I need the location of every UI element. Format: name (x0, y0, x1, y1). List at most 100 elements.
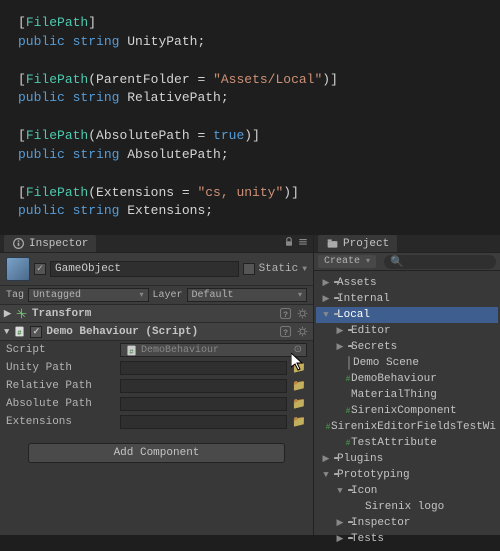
tree-item[interactable]: ▶ Assets (316, 275, 498, 291)
fold-arrow-icon[interactable]: ▶ (335, 326, 345, 336)
layer-label: Layer (153, 290, 183, 301)
tree-item-label: Local (337, 309, 370, 321)
script-icon: # (125, 344, 138, 357)
demo-behaviour-title: Demo Behaviour (Script) (46, 326, 275, 338)
project-icon (326, 237, 339, 250)
fold-arrow-icon[interactable]: ▶ (335, 518, 345, 528)
help-icon[interactable]: ? (279, 307, 292, 320)
lock-icon[interactable] (283, 236, 295, 252)
tree-item[interactable]: DemoBehaviour (316, 371, 498, 387)
project-search[interactable]: 🔍 (384, 255, 496, 269)
relative-path-input[interactable] (120, 379, 287, 393)
create-button[interactable]: Create ▾ (318, 255, 376, 268)
gameobject-name-input[interactable] (50, 261, 239, 277)
relative-path-label: Relative Path (6, 380, 116, 392)
tree-item[interactable]: ▶ Internal (316, 291, 498, 307)
scene-icon (348, 357, 350, 369)
tree-item-label: Internal (337, 293, 390, 305)
tree-item-label: SirenixEditorFieldsTestWi (331, 421, 496, 433)
tree-item[interactable]: ▼ Local (316, 307, 498, 323)
transform-title: Transform (32, 308, 275, 320)
svg-text:#: # (129, 349, 134, 357)
tree-item-label: Demo Scene (353, 357, 419, 369)
tree-item-label: Sirenix logo (365, 501, 444, 513)
add-component-button[interactable]: Add Component (28, 443, 285, 463)
extensions-input[interactable] (120, 415, 287, 429)
svg-text:?: ? (283, 329, 288, 338)
layer-dropdown[interactable]: Default▾ (187, 288, 307, 302)
unity-path-label: Unity Path (6, 362, 116, 374)
tree-item-label: TestAttribute (351, 437, 437, 449)
code-editor: [FilePath] public string UnityPath; [Fil… (0, 0, 500, 235)
fold-arrow-icon[interactable]: ▼ (321, 310, 331, 320)
tree-item[interactable]: MaterialThing (316, 387, 498, 403)
browse-folder-icon[interactable]: 📁 (291, 361, 307, 375)
browse-folder-icon[interactable]: 📁 (291, 397, 307, 411)
tree-item[interactable]: SirenixComponent (316, 403, 498, 419)
tag-dropdown[interactable]: Untagged▾ (28, 288, 148, 302)
tree-item-label: Icon (351, 485, 377, 497)
tree-item[interactable]: ▶ Secrets (316, 339, 498, 355)
tree-item-label: Inspector (351, 517, 410, 529)
tag-label: Tag (6, 290, 24, 301)
fold-arrow-icon[interactable]: ▶ (321, 294, 331, 304)
script-component-icon: # (13, 325, 26, 338)
inspector-panel: Inspector ✓ Static ▼ Tag Untagged▾ Layer… (0, 235, 314, 535)
tree-item-label: Tests (351, 533, 384, 545)
project-tab[interactable]: Project (318, 235, 397, 252)
tree-item-label: MaterialThing (351, 389, 437, 401)
fold-arrow-icon[interactable]: ▶ (335, 342, 345, 352)
fold-arrow-icon[interactable]: ▶ (335, 534, 345, 544)
tree-item-label: Plugins (337, 453, 383, 465)
project-tree[interactable]: ▶ Assets ▶ Internal ▼ Local ▶ Editor ▶ Secrets Dem… (314, 271, 500, 551)
tree-item[interactable]: SirenixEditorFieldsTestWi (316, 419, 498, 435)
tree-item[interactable]: Demo Scene (316, 355, 498, 371)
fold-arrow-icon[interactable]: ▶ (321, 278, 331, 288)
gear-icon[interactable] (296, 325, 309, 338)
browse-folder-icon[interactable]: 📁 (291, 379, 307, 393)
svg-text:?: ? (283, 311, 288, 320)
panel-menu-icon[interactable] (297, 236, 309, 252)
absolute-path-label: Absolute Path (6, 398, 116, 410)
tree-item[interactable]: ▶ Inspector (316, 515, 498, 531)
tree-item-label: Prototyping (337, 469, 410, 481)
tree-item[interactable]: ▼ Prototyping (316, 467, 498, 483)
info-icon (12, 237, 25, 250)
script-value: DemoBehaviour (141, 345, 219, 356)
gear-icon[interactable] (296, 307, 309, 320)
transform-icon (15, 307, 28, 320)
static-dropdown-icon[interactable]: ▼ (302, 265, 307, 274)
component-enabled-checkbox[interactable]: ✓ (30, 326, 42, 338)
tree-item[interactable]: ▶ Tests (316, 531, 498, 547)
gameobject-icon (6, 257, 30, 281)
extensions-label: Extensions (6, 416, 116, 428)
inspector-tab[interactable]: Inspector (4, 235, 96, 252)
unity-path-input[interactable] (120, 361, 287, 375)
active-checkbox[interactable]: ✓ (34, 263, 46, 275)
tree-item-label: Assets (337, 277, 377, 289)
tree-item[interactable]: ▶ Editor (316, 323, 498, 339)
tree-item-label: Editor (351, 325, 391, 337)
demo-behaviour-header[interactable]: ▼ # ✓ Demo Behaviour (Script) ? (0, 323, 313, 341)
fold-arrow-icon[interactable]: ▼ (321, 470, 331, 480)
script-field-label: Script (6, 344, 116, 356)
tree-item[interactable]: ▶ Plugins (316, 451, 498, 467)
help-icon[interactable]: ? (279, 325, 292, 338)
tree-item-label: Secrets (351, 341, 397, 353)
fold-arrow-icon[interactable]: ▼ (335, 486, 345, 496)
inspector-tab-label: Inspector (29, 238, 88, 250)
object-picker-icon[interactable]: ⊙ (294, 344, 302, 356)
transform-component-header[interactable]: ▶ Transform ? (0, 305, 313, 323)
browse-folder-icon[interactable]: 📁 (291, 415, 307, 429)
tree-item[interactable]: ▼ Icon (316, 483, 498, 499)
tree-item-label: SirenixComponent (351, 405, 457, 417)
project-tab-label: Project (343, 238, 389, 250)
absolute-path-input[interactable] (120, 397, 287, 411)
static-label: Static (259, 263, 299, 275)
tree-item[interactable]: TestAttribute (316, 435, 498, 451)
svg-text:#: # (18, 330, 23, 338)
project-panel: Project Create ▾ 🔍 ▶ Assets ▶ Internal ▼ Loca… (314, 235, 500, 535)
fold-arrow-icon[interactable]: ▶ (321, 454, 331, 464)
static-checkbox[interactable] (243, 263, 255, 275)
script-object-field[interactable]: # DemoBehaviour ⊙ (120, 343, 307, 357)
